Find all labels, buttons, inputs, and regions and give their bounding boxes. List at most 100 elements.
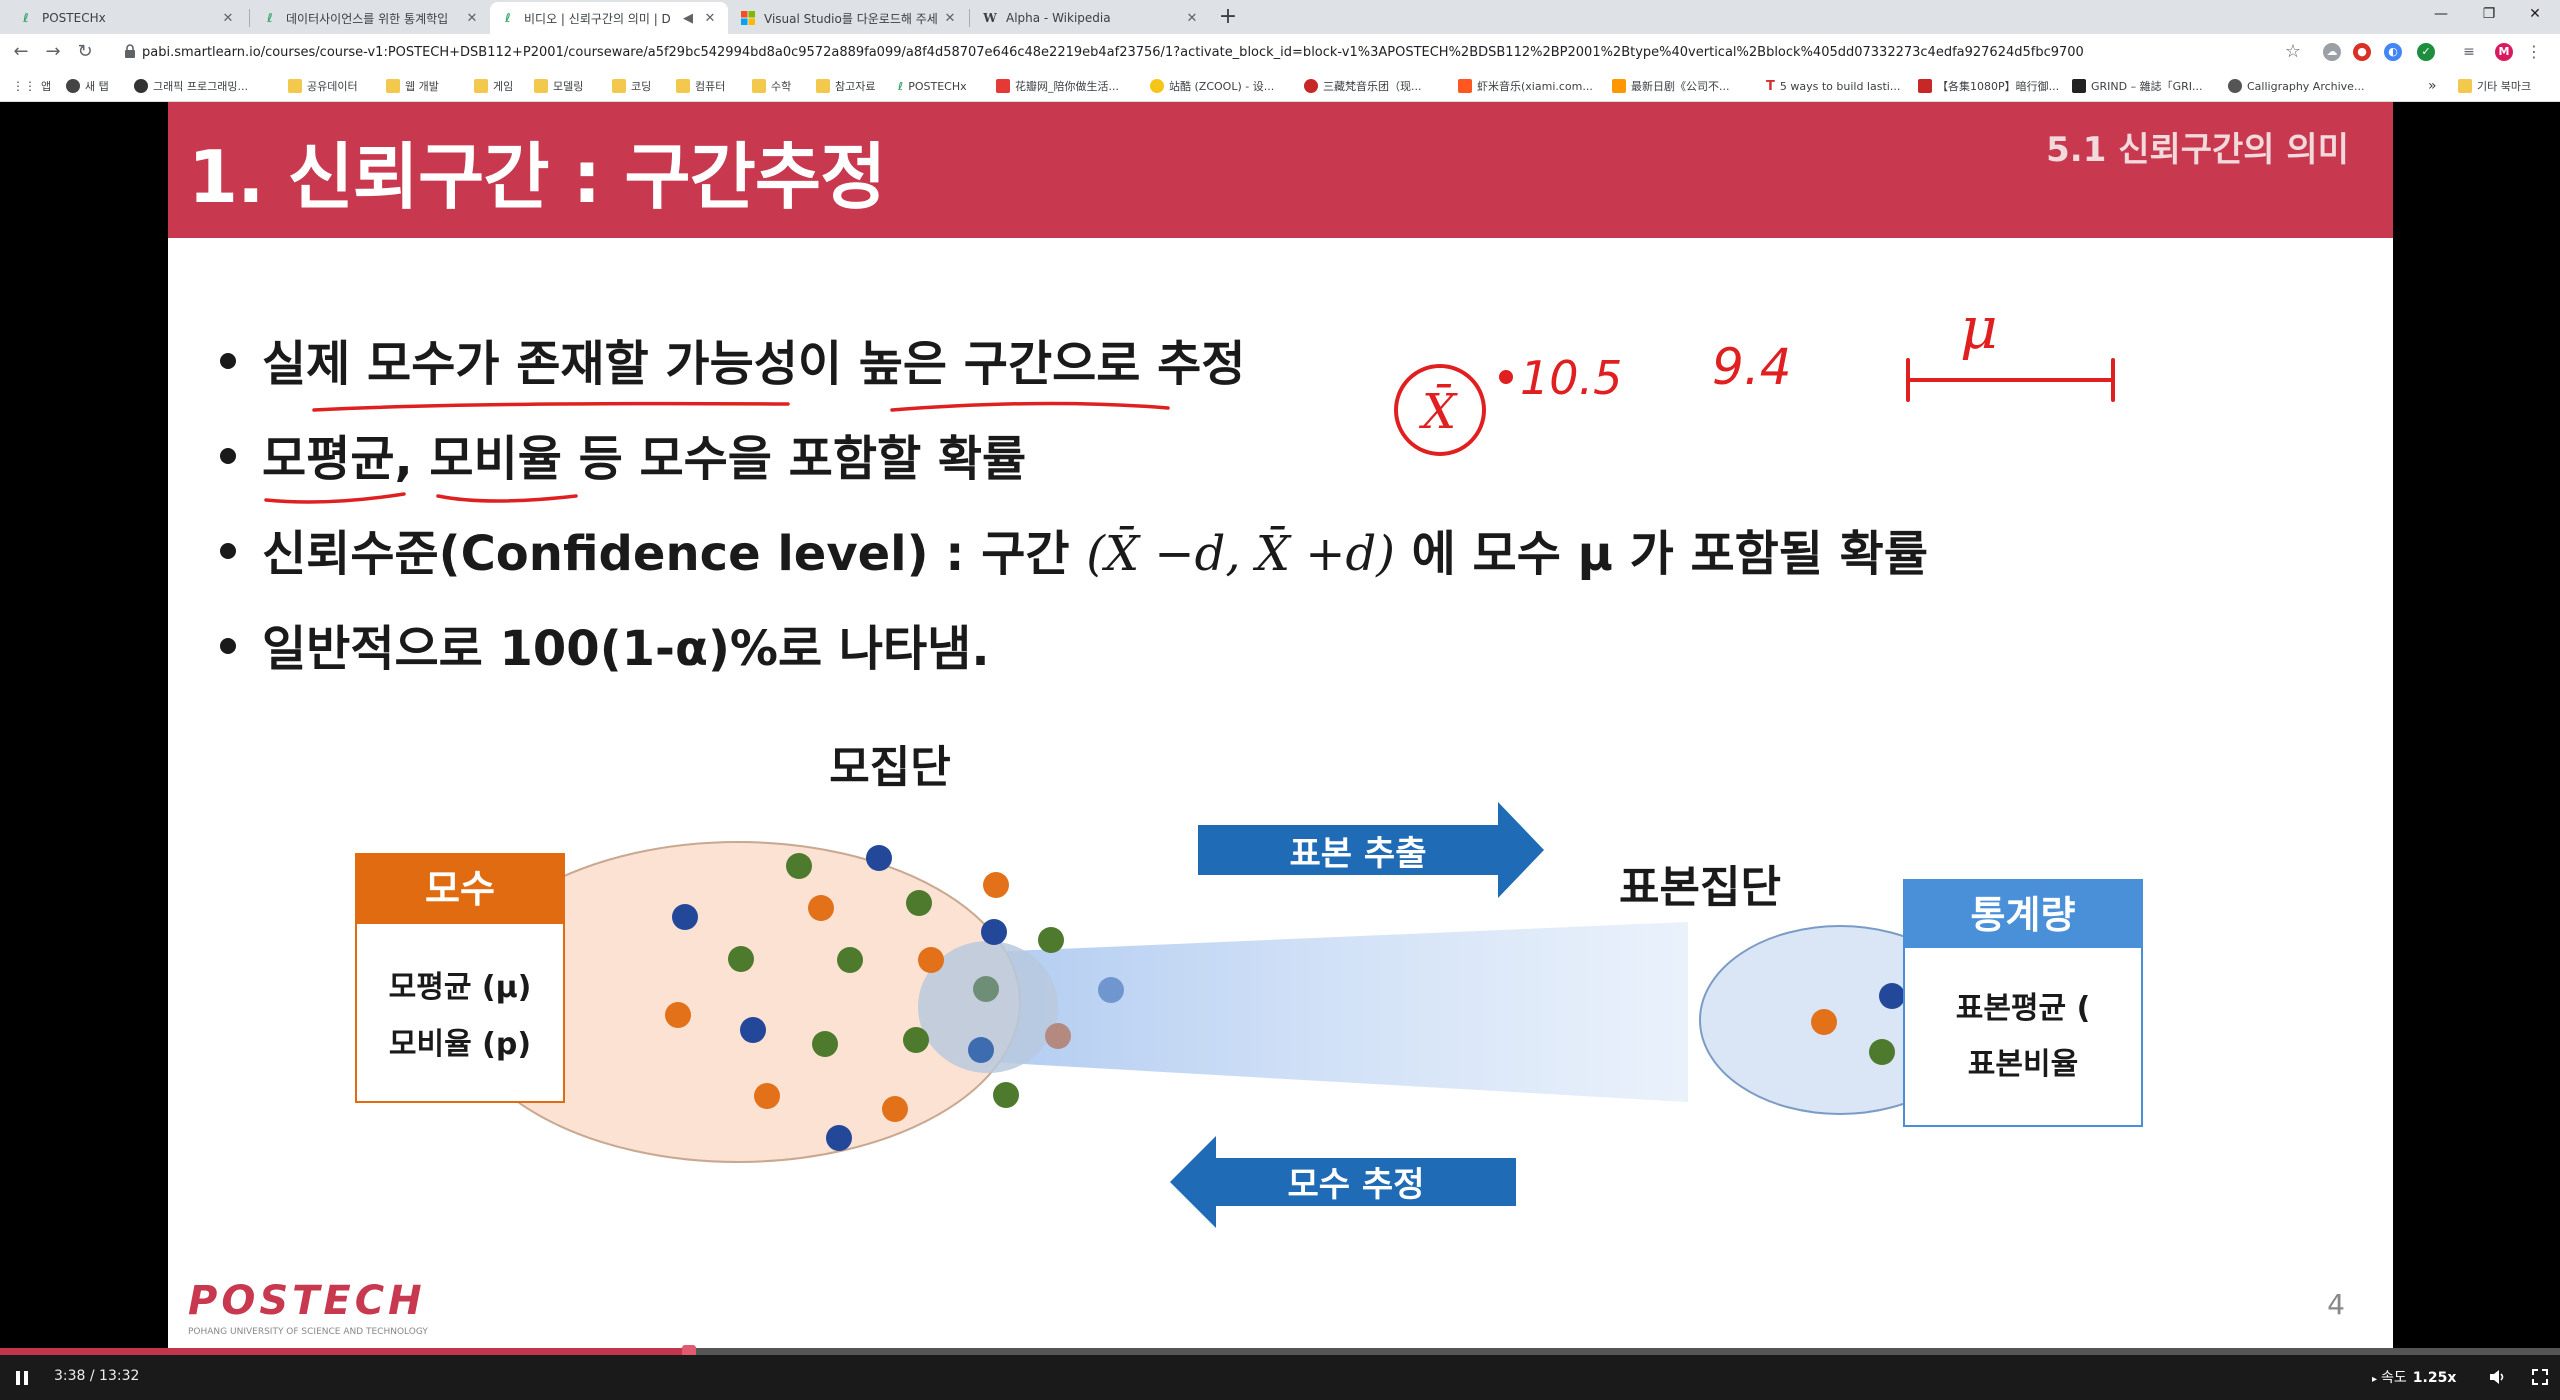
bookmark-music-group[interactable]: 三藏梵音乐团（现... [1304, 77, 1422, 95]
folder-icon [534, 79, 548, 93]
tab-title: POSTECHx [42, 11, 106, 25]
bookmark-drama[interactable]: 最新日剧《公司不... [1612, 77, 1730, 95]
tab-separator [249, 9, 250, 27]
tab-video-active[interactable]: ℓ 비디오 | 신뢰구간의 의미 | D ◀ ✕ [490, 2, 728, 34]
forward-button[interactable]: → [40, 39, 66, 65]
bookmark-grind[interactable]: GRIND – 雜誌「GRI... [2072, 77, 2203, 95]
site-icon [134, 79, 148, 93]
tab-wikipedia[interactable]: W Alpha - Wikipedia ✕ [972, 2, 1210, 34]
bookmark-5-ways[interactable]: T5 ways to build lasti... [1766, 77, 1900, 95]
sample-label: 표본집단 [1619, 862, 1781, 913]
tab-visual-studio[interactable]: Visual Studio를 다운로드해 주세 ✕ [730, 2, 968, 34]
profile-avatar[interactable]: M [2495, 43, 2513, 61]
back-button[interactable]: ← [8, 39, 34, 65]
extension-adblock-icon[interactable]: ● [2353, 43, 2371, 61]
page-number: 4 [2327, 1288, 2345, 1321]
bookmark-folder-web-dev[interactable]: 웹 개발 [386, 77, 439, 95]
reload-button[interactable]: ↻ [72, 39, 98, 65]
minimize-button[interactable]: — [2418, 0, 2464, 30]
bookmark-1080p[interactable]: 【各集1080P】暗行御... [1918, 77, 2059, 95]
bookmark-folder-other[interactable]: 기타 북마크 [2458, 77, 2531, 95]
bookmark-calligraphy[interactable]: Calligraphy Archive... [2228, 77, 2364, 95]
tab-title: Visual Studio를 다운로드해 주세 [764, 11, 938, 26]
folder-icon [386, 79, 400, 93]
close-icon[interactable]: ✕ [220, 11, 236, 26]
statistic-box-header: 통계량 [1971, 893, 2076, 937]
bookmark-folder-references[interactable]: 참고자료 [816, 77, 875, 95]
bookmark-apps[interactable]: ⋮⋮ 앱 [12, 77, 51, 95]
browser-menu-icon[interactable]: ⋮ [2525, 43, 2543, 61]
bookmark-folder-game[interactable]: 게임 [474, 77, 513, 95]
bookmark-huaban[interactable]: 花瓣网_陪你做生活... [996, 77, 1119, 95]
population-label: 모집단 [829, 742, 950, 793]
parameter-box: 모수 모평균 (μ) 모비율 (p) [355, 853, 565, 1103]
folder-icon [474, 79, 488, 93]
site-icon [1304, 79, 1318, 93]
tab-bar: ℓ POSTECHx ✕ ℓ 데이터사이언스를 위한 통계학입 ✕ ℓ 비디오 … [0, 0, 2560, 34]
annotation-mu: μ [1960, 294, 1998, 362]
bookmark-zcool[interactable]: 站酷 (ZCOOL) - 设... [1150, 77, 1274, 95]
extension-shield-icon[interactable]: ✓ [2417, 43, 2435, 61]
volume-icon[interactable] [2487, 1367, 2507, 1387]
sampling-arrow: 표본 추출 [1198, 802, 1544, 898]
folder-icon [752, 79, 766, 93]
browser-toolbar: ← → ↻ pabi.smartlearn.io/courses/course-… [0, 34, 2560, 70]
t-logo-icon: T [1766, 78, 1775, 94]
bookmark-folder-math[interactable]: 수학 [752, 77, 791, 95]
postech-logo: POSTECH POHANG UNIVERSITY OF SCIENCE AND… [188, 1278, 428, 1337]
svg-text:POHANG UNIVERSITY OF SCIENCE A: POHANG UNIVERSITY OF SCIENCE AND TECHNOL… [188, 1327, 428, 1337]
restore-button[interactable]: ❐ [2466, 0, 2512, 30]
new-tab-button[interactable]: + [1214, 4, 1242, 32]
fullscreen-icon[interactable] [2530, 1367, 2550, 1387]
bookmark-folder-shared-data[interactable]: 공유데이터 [288, 77, 358, 95]
url-text: pabi.smartlearn.io/courses/course-v1:POS… [142, 44, 2084, 60]
folder-icon [612, 79, 626, 93]
edx-icon: ℓ [267, 11, 273, 25]
bookmark-overflow-button[interactable]: » [2428, 77, 2437, 95]
bookmark-star-icon[interactable]: ☆ [2280, 39, 2306, 65]
annotation-value-1: 10.5 [1520, 351, 1622, 405]
folder-icon [816, 79, 830, 93]
tab-postechx[interactable]: ℓ POSTECHx ✕ [8, 2, 246, 34]
bookmark-folder-modeling[interactable]: 모델링 [534, 77, 583, 95]
chevron-right-icon: ▸ [2372, 1374, 2378, 1385]
media-control-icon[interactable]: ≡ [2460, 43, 2478, 61]
bookmark-folder-coding[interactable]: 코딩 [612, 77, 651, 95]
statistic-box-line1: 표본평균 ( [1956, 991, 2091, 1026]
tab-title: Alpha - Wikipedia [1006, 11, 1111, 25]
apps-grid-icon: ⋮⋮ [12, 79, 36, 93]
bookmark-postechx[interactable]: ℓ POSTECHx [898, 77, 967, 95]
speed-control[interactable]: ▸ 속도 1.25x [2372, 1367, 2456, 1387]
player-controls: 3:38 / 13:32 ▸ 속도 1.25x [0, 1355, 2560, 1400]
close-icon[interactable]: ✕ [702, 11, 718, 26]
video-progress-bar[interactable] [0, 1345, 2560, 1358]
close-icon[interactable]: ✕ [1184, 11, 1200, 26]
tab-separator [969, 9, 970, 27]
svg-text:POSTECH: POSTECH [188, 1278, 426, 1324]
tab-title: 데이터사이언스를 위한 통계학입 [286, 11, 449, 26]
extension-translate-icon[interactable]: ◐ [2384, 43, 2402, 61]
window-close-button[interactable]: ✕ [2512, 0, 2558, 30]
globe-icon [66, 79, 80, 93]
folder-icon [676, 79, 690, 93]
extension-cloud-icon[interactable]: ☁ [2323, 43, 2341, 61]
close-icon[interactable]: ✕ [464, 11, 480, 26]
microsoft-icon [740, 10, 756, 26]
bookmark-xiami[interactable]: 虾米音乐(xiami.com... [1458, 77, 1593, 95]
pause-icon[interactable] [14, 1369, 30, 1387]
annotation-value-2: 9.4 [1712, 338, 1792, 396]
statistic-box-line2: 표본비율 [1968, 1047, 2078, 1082]
time-display: 3:38 / 13:32 [54, 1368, 140, 1384]
bookmarks-bar: ⋮⋮ 앱 새 탭 그래픽 프로그래밍... 공유데이터 웹 개발 게임 모델링 코… [0, 70, 2560, 102]
address-bar[interactable]: pabi.smartlearn.io/courses/course-v1:POS… [118, 38, 2308, 66]
close-icon[interactable]: ✕ [942, 11, 958, 26]
bookmark-new-tab[interactable]: 새 탭 [66, 77, 109, 95]
tab-statistics-course[interactable]: ℓ 데이터사이언스를 위한 통계학입 ✕ [252, 2, 490, 34]
speaker-icon[interactable]: ◀ [680, 11, 696, 26]
site-icon [1918, 79, 1932, 93]
bookmark-graphic-programming[interactable]: 그래픽 프로그래밍... [134, 77, 248, 95]
handwritten-underlines [264, 401, 1170, 504]
parameter-box-line1: 모평균 (μ) [389, 970, 532, 1005]
bookmark-folder-computer[interactable]: 컴퓨터 [676, 77, 725, 95]
parameter-box-header: 모수 [425, 867, 495, 911]
